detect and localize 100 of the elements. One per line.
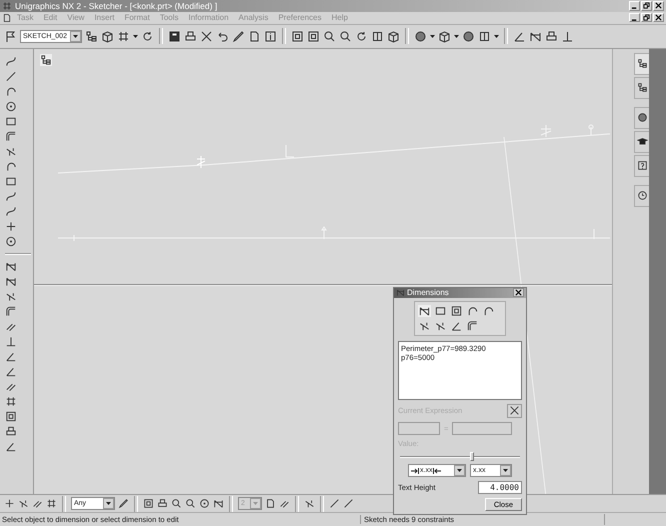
- cube-icon[interactable]: [101, 30, 114, 43]
- delete-button[interactable]: [507, 404, 522, 418]
- zoom-icon[interactable]: [185, 498, 196, 510]
- menu-item[interactable]: Help: [326, 13, 353, 22]
- caret-icon[interactable]: [503, 469, 508, 472]
- value-slider[interactable]: [400, 452, 520, 460]
- grid-icon[interactable]: [46, 498, 57, 510]
- window-title: Unigraphics NX 2 - Sketcher - [<konk.prt> (Modified) ]: [15, 0, 218, 11]
- curve-icon[interactable]: [5, 54, 17, 68]
- undo-icon[interactable]: [216, 30, 229, 43]
- plus-icon[interactable]: [4, 498, 15, 510]
- delete-icon[interactable]: [200, 30, 213, 43]
- dimension-icon[interactable]: [213, 498, 224, 510]
- input-field[interactable]: 4.0000: [478, 481, 522, 494]
- input-field[interactable]: [398, 422, 440, 435]
- close-icon[interactable]: [655, 14, 662, 22]
- printer-icon[interactable]: [157, 498, 168, 510]
- circle-icon[interactable]: [5, 100, 17, 113]
- tree-icon[interactable]: [85, 30, 98, 43]
- printer-icon[interactable]: [5, 424, 17, 438]
- menu-item[interactable]: Information: [184, 13, 234, 22]
- menu-item[interactable]: Format: [119, 13, 155, 22]
- dimension-icon[interactable]: [529, 30, 542, 43]
- zoom-icon[interactable]: [339, 30, 352, 43]
- tree-icon: [40, 54, 52, 66]
- zoom-icon[interactable]: [323, 30, 336, 43]
- caret-icon[interactable]: [430, 34, 435, 38]
- menu-item[interactable]: View: [62, 13, 90, 22]
- grid-icon[interactable]: [117, 30, 130, 43]
- cube-icon[interactable]: [438, 30, 451, 43]
- grid-icon[interactable]: [5, 394, 17, 408]
- sphere-icon[interactable]: [636, 112, 648, 124]
- menu-item[interactable]: Tools: [154, 13, 184, 22]
- line-icon[interactable]: [343, 498, 354, 510]
- delete-icon: [509, 405, 520, 416]
- input-field[interactable]: [452, 422, 512, 435]
- menu-item[interactable]: Insert: [89, 13, 120, 22]
- help-icon[interactable]: [636, 160, 648, 172]
- dimension-icon[interactable]: [418, 304, 431, 317]
- fillet-icon[interactable]: [5, 304, 17, 318]
- rectangle-icon[interactable]: [434, 304, 447, 317]
- menu-item[interactable]: Preferences: [273, 13, 326, 22]
- curve-icon[interactable]: [5, 204, 17, 218]
- graduation-cap-icon[interactable]: [636, 136, 648, 148]
- tree-icon[interactable]: [636, 82, 648, 94]
- flag-icon[interactable]: [4, 30, 17, 43]
- arc-icon[interactable]: [482, 304, 495, 317]
- pencil-icon[interactable]: [118, 498, 129, 510]
- zoom-icon[interactable]: [171, 498, 182, 510]
- document-icon[interactable]: [265, 498, 276, 510]
- close-icon[interactable]: [515, 289, 522, 296]
- rotate-icon[interactable]: [141, 30, 154, 43]
- fillet-icon[interactable]: [5, 130, 17, 143]
- circle-icon[interactable]: [5, 234, 17, 248]
- close-button[interactable]: [513, 288, 524, 298]
- tree-icon[interactable]: [636, 58, 648, 70]
- save-icon[interactable]: [168, 30, 181, 43]
- zoom-box-icon[interactable]: [307, 30, 320, 43]
- grid-icon: [2, 0, 12, 11]
- sphere-icon[interactable]: [462, 30, 475, 43]
- plus-icon[interactable]: [5, 220, 17, 233]
- caret-icon[interactable]: [106, 502, 111, 506]
- sphere-icon[interactable]: [414, 30, 427, 43]
- zoom-box-icon[interactable]: [291, 30, 304, 43]
- perpendicular-icon[interactable]: [561, 30, 574, 43]
- arrow-icon: [433, 468, 442, 474]
- line-icon[interactable]: [5, 70, 17, 83]
- restore-button[interactable]: [641, 13, 652, 22]
- menu-item[interactable]: Analysis: [234, 13, 274, 22]
- zoom-box-icon[interactable]: [450, 304, 463, 317]
- caret-icon[interactable]: [494, 34, 499, 38]
- document-icon[interactable]: [2, 12, 12, 23]
- arc-icon[interactable]: [466, 304, 479, 317]
- clock-icon[interactable]: [636, 190, 648, 202]
- square-icon[interactable]: [478, 30, 491, 43]
- fillet-icon[interactable]: [466, 320, 479, 332]
- zoom-box-icon[interactable]: [5, 410, 17, 423]
- caret-icon[interactable]: [457, 469, 462, 472]
- angle-icon[interactable]: [450, 320, 463, 332]
- printer-icon[interactable]: [545, 30, 558, 43]
- line-icon[interactable]: [329, 498, 340, 510]
- arrow-icon: [411, 468, 419, 474]
- zoom-box-icon[interactable]: [143, 498, 154, 510]
- circle-icon[interactable]: [199, 498, 210, 510]
- square-icon[interactable]: [371, 30, 384, 43]
- info-icon[interactable]: [264, 30, 277, 43]
- caret-icon[interactable]: [454, 34, 459, 38]
- rotate-icon[interactable]: [355, 30, 368, 43]
- printer-icon[interactable]: [184, 30, 197, 43]
- menu-item[interactable]: Edit: [38, 13, 62, 22]
- caret-icon[interactable]: [73, 34, 78, 38]
- cube-icon[interactable]: [387, 30, 400, 43]
- caret-icon[interactable]: [133, 34, 138, 38]
- minimize-button[interactable]: [629, 13, 640, 22]
- menu-item[interactable]: Task: [12, 13, 38, 22]
- document-icon[interactable]: [248, 30, 261, 43]
- curve-icon[interactable]: [5, 190, 17, 203]
- restore-icon[interactable]: [643, 14, 650, 22]
- pencil-icon[interactable]: [232, 30, 245, 43]
- perpendicular-icon[interactable]: [5, 334, 17, 348]
